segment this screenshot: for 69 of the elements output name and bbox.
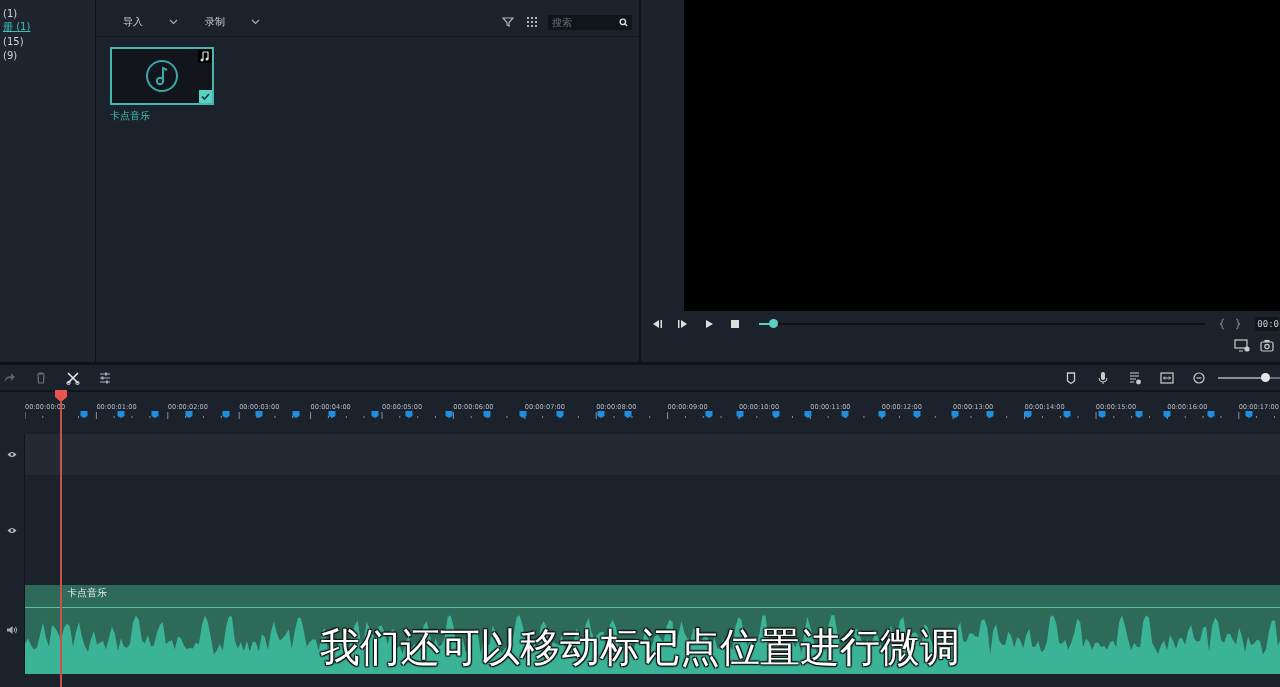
eye-icon[interactable]: [7, 451, 17, 458]
timecode: 00:0: [1255, 317, 1279, 331]
marker-icon[interactable]: [556, 411, 564, 418]
microphone-icon[interactable]: [1096, 370, 1110, 385]
marker-icon[interactable]: [1207, 411, 1215, 418]
marker-icon[interactable]: [483, 411, 491, 418]
marker-icon[interactable]: [1024, 411, 1032, 418]
marker-icon[interactable]: [371, 411, 379, 418]
marker-icon[interactable]: [405, 411, 413, 418]
marker-icon[interactable]: [951, 411, 959, 418]
marker-icon[interactable]: [736, 411, 744, 418]
marker-icon[interactable]: [986, 411, 994, 418]
delete-icon[interactable]: [34, 370, 48, 385]
dropdown-menu[interactable]: 导入: [122, 15, 178, 29]
marker-icon[interactable]: [705, 411, 713, 418]
marker-icon[interactable]: [913, 411, 921, 418]
marker-icon[interactable]: [1064, 370, 1078, 385]
camera-icon[interactable]: [1260, 339, 1274, 352]
music-note-icon: [144, 59, 179, 93]
previous-frame-icon[interactable]: [651, 318, 664, 330]
adjust-icon[interactable]: [98, 370, 112, 385]
sidebar-item[interactable]: (9): [0, 48, 32, 62]
marker-icon[interactable]: [151, 411, 159, 418]
marker-icon[interactable]: [255, 411, 263, 418]
fit-width-icon[interactable]: [1160, 370, 1174, 385]
media-name: 卡点音乐: [109, 109, 151, 123]
chevron-icon: [168, 19, 178, 25]
marker-icon[interactable]: [1098, 411, 1106, 418]
marker-icon[interactable]: [878, 411, 886, 418]
marker-icon[interactable]: [222, 411, 230, 418]
playhead-handle-icon[interactable]: [55, 390, 67, 402]
marker-icon[interactable]: [772, 411, 780, 418]
subtitle-caption: 我们还可以移动标记点位置进行微调: [320, 624, 960, 670]
speaker-icon[interactable]: [6, 625, 18, 634]
marker-icon[interactable]: [841, 411, 849, 418]
grid-view-icon[interactable]: [526, 16, 539, 28]
brackets-icon[interactable]: [1219, 318, 1242, 330]
search-icon: [619, 17, 629, 27]
marker-icon[interactable]: [519, 411, 527, 418]
marker-icon[interactable]: [624, 411, 632, 418]
stop-icon[interactable]: [729, 318, 742, 330]
marker-icon[interactable]: [1063, 411, 1071, 418]
marker-icon[interactable]: [185, 411, 193, 418]
filter-icon[interactable]: [502, 16, 515, 28]
zoom-out-icon[interactable]: [1192, 370, 1206, 385]
media-thumbnail[interactable]: [109, 47, 214, 105]
marker-icon[interactable]: [1245, 411, 1253, 418]
sidebar-item[interactable]: (15): [0, 34, 38, 48]
marker-icon[interactable]: [80, 411, 88, 418]
scissors-icon[interactable]: [66, 370, 80, 385]
zoom-handle[interactable]: [1260, 372, 1270, 382]
sidebar-item[interactable]: (1): [0, 6, 32, 20]
marker-icon[interactable]: [804, 411, 812, 418]
search-field[interactable]: 搜索: [548, 14, 633, 30]
marker-icon[interactable]: [445, 411, 453, 418]
monitor-icon[interactable]: [1234, 339, 1250, 352]
dropdown-menu[interactable]: 录制: [204, 15, 260, 29]
marker-icon[interactable]: [1163, 411, 1171, 418]
marker-icon[interactable]: [117, 411, 125, 418]
progress-handle[interactable]: [768, 319, 778, 328]
audio-list-icon[interactable]: [1128, 370, 1142, 385]
eye-icon[interactable]: [7, 526, 17, 534]
marker-icon[interactable]: [292, 411, 300, 418]
marker-icon[interactable]: [1135, 411, 1143, 418]
marker-icon[interactable]: [597, 411, 605, 418]
sidebar-item[interactable]: 册 (1): [0, 20, 45, 34]
chevron-icon: [250, 19, 260, 25]
clip-name: 卡点音乐: [67, 586, 107, 600]
marker-icon[interactable]: [328, 411, 336, 418]
